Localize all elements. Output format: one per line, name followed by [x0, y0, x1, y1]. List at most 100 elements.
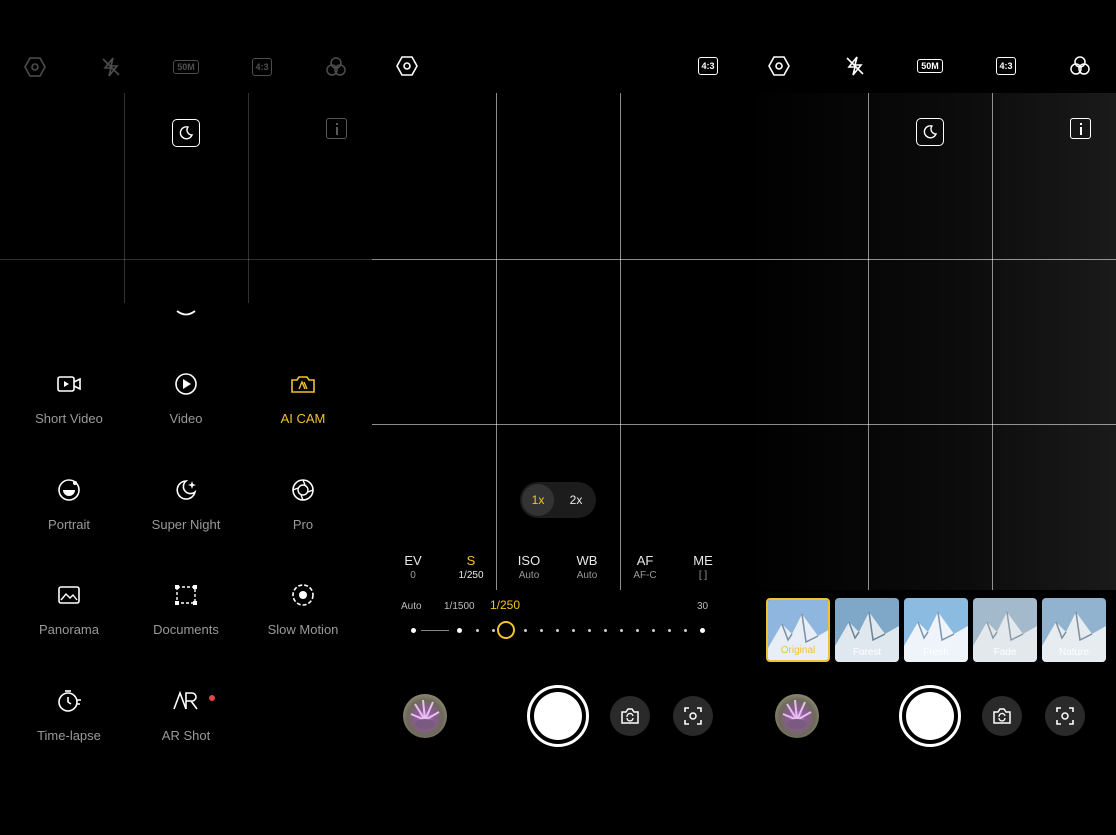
slider-tick [668, 629, 671, 632]
time-lapse-icon [10, 686, 128, 716]
slider-tick [492, 629, 495, 632]
mode-label: Panorama [39, 622, 99, 637]
flash-off-icon[interactable] [98, 54, 124, 80]
pro-icon [244, 475, 362, 505]
mode-slow-motion[interactable]: Slow Motion [244, 580, 362, 637]
lens-button[interactable] [673, 696, 713, 736]
slider-left-label: 1/1500 [444, 601, 475, 612]
param-key: S [466, 553, 476, 568]
info-icon[interactable] [326, 118, 347, 139]
aspect-ratio-icon[interactable]: 4:3 [249, 54, 275, 80]
portrait-icon [10, 475, 128, 505]
gallery-thumbnail[interactable] [403, 694, 447, 738]
settings-hexagon-icon[interactable] [394, 53, 420, 79]
shutter-button[interactable] [899, 685, 961, 747]
filter-forest[interactable]: Forest [835, 598, 899, 662]
mode-panorama[interactable]: Panorama [10, 580, 128, 637]
video-icon [127, 369, 245, 399]
switch-camera-button[interactable] [982, 696, 1022, 736]
switch-camera-icon [993, 708, 1011, 724]
filter-fade[interactable]: Fade [973, 598, 1037, 662]
slider-tick [556, 629, 559, 632]
mode-video[interactable]: Video [127, 369, 245, 426]
shutter-button[interactable] [527, 685, 589, 747]
settings-hexagon-icon[interactable] [766, 53, 792, 79]
slider-min-label: Auto [401, 601, 422, 612]
grid-line [496, 93, 497, 590]
filter-label: Forest [852, 647, 882, 658]
collapse-chevron-icon[interactable] [172, 305, 200, 321]
filter-label: Fade [993, 647, 1017, 658]
slider-tick [684, 629, 687, 632]
panorama-icon [10, 580, 128, 610]
param-key: ISO [517, 553, 541, 568]
mode-ar-shot[interactable]: AR Shot [127, 686, 245, 743]
resolution-50m-icon[interactable]: 50M [170, 55, 202, 79]
flash-off-icon[interactable] [842, 53, 868, 79]
filters-icon[interactable] [1067, 53, 1093, 79]
slider-tick [620, 629, 623, 632]
filter-nature[interactable]: Nature [1042, 598, 1106, 662]
mode-portrait[interactable]: Portrait [10, 475, 128, 532]
slider-max-label: 30 [697, 601, 709, 612]
param-key: AF [636, 553, 654, 568]
param-metering[interactable]: ME [ ] [678, 553, 728, 581]
slider-tick [540, 629, 543, 632]
param-value: 0 [410, 570, 416, 581]
aspect-ratio-icon[interactable]: 4:3 [993, 53, 1019, 79]
mode-short-video[interactable]: Short Video [10, 369, 128, 426]
info-icon[interactable] [1070, 118, 1091, 139]
param-af[interactable]: AF AF-C [620, 553, 670, 581]
mode-pro[interactable]: Pro [244, 475, 362, 532]
grid-line [124, 93, 125, 303]
filter-label: Nature [1058, 647, 1089, 658]
mode-label: AR Shot [161, 728, 211, 743]
param-value: AF-C [633, 570, 657, 581]
slow-motion-icon [244, 580, 362, 610]
super-night-icon [127, 475, 245, 505]
documents-icon [127, 580, 245, 610]
mode-label: Super Night [151, 517, 221, 532]
lens-button[interactable] [1045, 696, 1085, 736]
slider-tick [652, 629, 655, 632]
mode-super-night[interactable]: Super Night [127, 475, 245, 532]
night-mode-icon[interactable] [172, 119, 200, 147]
slider-tick [636, 629, 639, 632]
filter-fresh[interactable]: Fresh [904, 598, 968, 662]
mode-menu-panel: 50M 4:3 Short Video Video AI CAM Portrai… [0, 0, 372, 835]
mode-label: Documents [153, 622, 219, 637]
param-shutter[interactable]: S 1/250 [446, 553, 496, 581]
param-value: 1/250 [458, 570, 484, 581]
gallery-thumbnail[interactable] [775, 694, 819, 738]
grid-line [868, 93, 869, 590]
slider-thumb[interactable] [497, 621, 515, 639]
grid-line [620, 93, 621, 590]
resolution-50m-icon[interactable]: 50M [914, 54, 946, 78]
filter-original[interactable]: Original [766, 598, 830, 662]
zoom-2x-button[interactable]: 2x [560, 484, 592, 516]
slider-tick [604, 629, 607, 632]
switch-camera-button[interactable] [610, 696, 650, 736]
slider-tick [476, 629, 479, 632]
grid-line [372, 259, 744, 260]
slider-current-label: 1/250 [490, 598, 521, 612]
viewfinder [744, 93, 1116, 590]
ratio-label: 4:3 [698, 57, 718, 75]
zoom-1x-button[interactable]: 1x [522, 484, 554, 516]
grid-line [248, 93, 249, 303]
zoom-selector: 1x 2x [520, 482, 596, 518]
settings-hexagon-icon[interactable] [22, 54, 48, 80]
aspect-ratio-icon[interactable]: 4:3 [695, 53, 721, 79]
mode-time-lapse[interactable]: Time-lapse [10, 686, 128, 743]
mode-documents[interactable]: Documents [127, 580, 245, 637]
param-value: Auto [518, 570, 540, 581]
night-mode-icon[interactable] [916, 118, 944, 146]
grid-line [744, 259, 1116, 260]
grid-line [744, 424, 1116, 425]
param-iso[interactable]: ISO Auto [504, 553, 554, 581]
filters-panel: 50M 4:3 Original Forest Fresh Fade Natur… [744, 0, 1116, 835]
filters-icon[interactable] [323, 54, 349, 80]
mode-ai-cam[interactable]: AI CAM [244, 369, 362, 426]
param-ev[interactable]: EV 0 [388, 553, 438, 581]
param-wb[interactable]: WB Auto [562, 553, 612, 581]
